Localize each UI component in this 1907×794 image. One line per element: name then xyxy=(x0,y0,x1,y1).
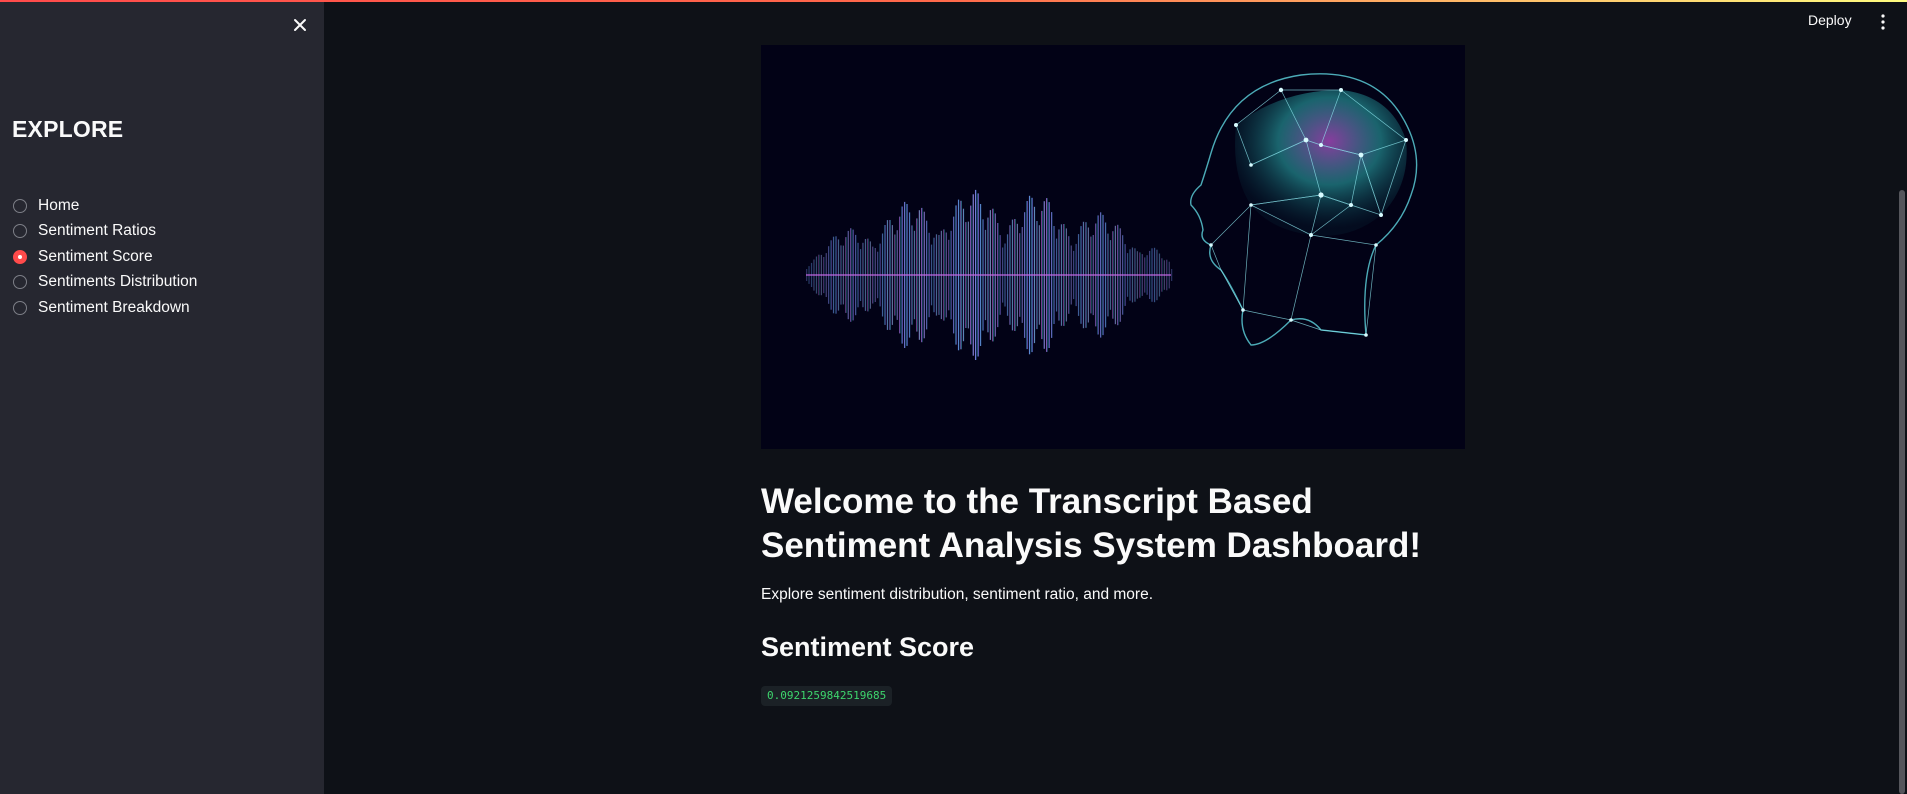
sidebar-title: EXPLORE xyxy=(12,116,124,142)
radio-button-icon[interactable] xyxy=(13,275,27,290)
hero-image xyxy=(761,45,1465,449)
sentiment-score-value: 0.0921259842519685 xyxy=(761,686,893,706)
nav-radio-sentiment-breakdown[interactable]: Sentiment Breakdown xyxy=(13,295,197,321)
sound-wave-graphic xyxy=(806,189,1173,360)
sidebar: EXPLORE Home Sentiment Ratios Sentiment … xyxy=(0,0,324,794)
brain-head-graphic xyxy=(1190,73,1418,346)
nav-radio-group: Home Sentiment Ratios Sentiment Score Se… xyxy=(13,193,197,321)
sound-wave-center-line xyxy=(806,274,1171,276)
nav-radio-label: Sentiments Distribution xyxy=(38,273,198,291)
nav-radio-home[interactable]: Home xyxy=(13,193,197,219)
nav-radio-label: Sentiment Breakdown xyxy=(38,298,190,316)
nav-radio-sentiment-ratios[interactable]: Sentiment Ratios xyxy=(13,219,197,245)
close-icon[interactable] xyxy=(288,13,312,37)
app-root: EXPLORE Home Sentiment Ratios Sentiment … xyxy=(0,0,1907,794)
radio-button-icon[interactable] xyxy=(13,300,27,315)
nav-radio-label: Sentiment Ratios xyxy=(38,222,157,240)
radio-button-icon[interactable] xyxy=(13,224,27,239)
main-scrollbar[interactable] xyxy=(1899,190,1905,794)
radio-button-selected-icon[interactable] xyxy=(13,249,27,264)
nav-radio-sentiments-distribution[interactable]: Sentiments Distribution xyxy=(13,270,197,296)
deploy-button[interactable]: Deploy xyxy=(1808,12,1852,28)
intro-text: Explore sentiment distribution, sentimen… xyxy=(761,586,1153,603)
header-decoration-bar xyxy=(0,0,1907,2)
nav-radio-sentiment-score[interactable]: Sentiment Score xyxy=(13,244,197,270)
sound-wave-bar xyxy=(1171,269,1173,281)
section-title: Sentiment Score xyxy=(761,632,975,662)
more-vertical-icon[interactable] xyxy=(1876,12,1890,32)
nav-radio-label: Sentiment Score xyxy=(38,247,153,265)
nav-radio-label: Home xyxy=(38,196,80,214)
page-title: Welcome to the Transcript Based Sentimen… xyxy=(761,482,1422,565)
radio-button-icon[interactable] xyxy=(13,198,27,213)
